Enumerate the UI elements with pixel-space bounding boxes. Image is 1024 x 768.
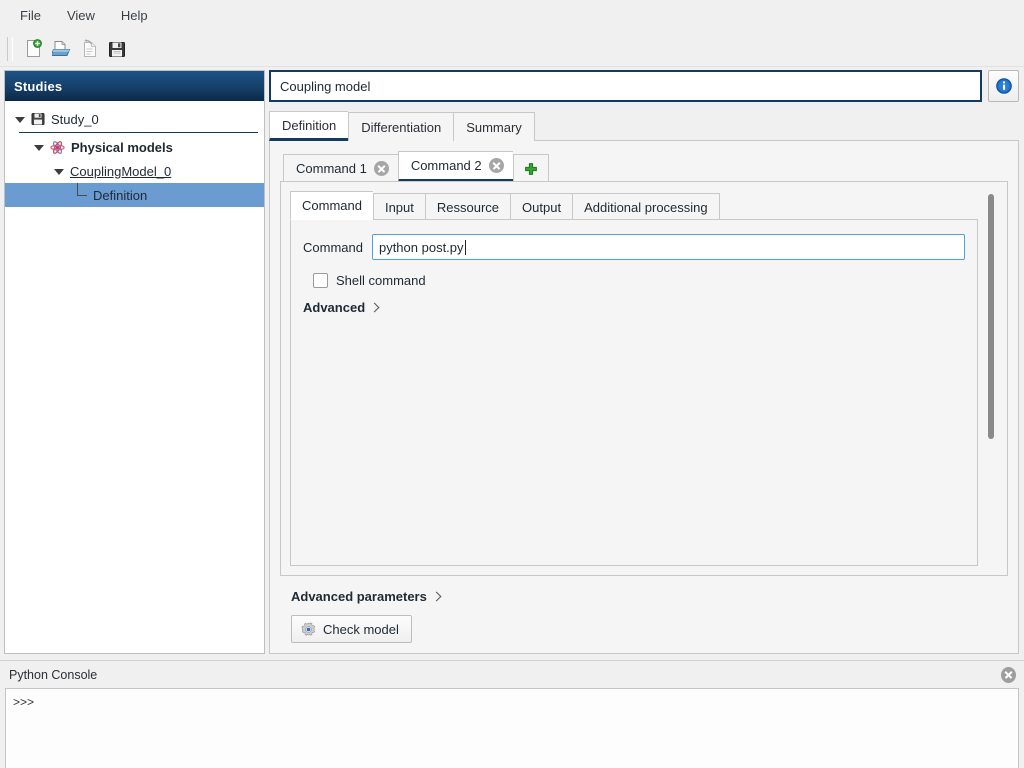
title-row: Coupling model bbox=[269, 70, 1019, 102]
gear-icon bbox=[301, 622, 316, 637]
atom-icon bbox=[50, 140, 65, 155]
model-title-input[interactable]: Coupling model bbox=[269, 70, 982, 102]
chevron-right-icon bbox=[431, 591, 441, 601]
import-document-button[interactable] bbox=[75, 35, 103, 63]
panel-footer: Advanced parameters Check model bbox=[280, 576, 1008, 643]
save-icon bbox=[108, 40, 126, 58]
advanced-parameters-label: Advanced parameters bbox=[291, 589, 427, 604]
shell-command-checkbox[interactable] bbox=[313, 273, 328, 288]
chevron-right-icon bbox=[370, 302, 380, 312]
command-label: Command bbox=[303, 240, 363, 255]
studies-sidebar: Studies Study_0 bbox=[4, 70, 265, 654]
tree-separator bbox=[19, 132, 258, 133]
main-pane: Coupling model Definition Differentiatio… bbox=[269, 70, 1019, 654]
check-model-button[interactable]: Check model bbox=[291, 615, 412, 643]
tab-command-1-label: Command 1 bbox=[296, 161, 367, 176]
advanced-disclosure[interactable]: Advanced bbox=[303, 300, 965, 315]
tab-additional-processing[interactable]: Additional processing bbox=[572, 193, 720, 220]
tab-differentiation[interactable]: Differentiation bbox=[348, 112, 453, 141]
floppy-disk-icon bbox=[31, 112, 45, 126]
tree-item-physical-models[interactable]: Physical models bbox=[5, 135, 264, 159]
menu-item-view[interactable]: View bbox=[55, 4, 107, 27]
shell-command-row[interactable]: Shell command bbox=[313, 273, 965, 288]
command-input[interactable]: python post.py bbox=[372, 234, 965, 260]
python-console-dock: Python Console >>> bbox=[0, 660, 1024, 768]
new-document-icon bbox=[24, 39, 43, 58]
tab-command-1[interactable]: Command 1 bbox=[283, 154, 398, 182]
command-panel-inner: Command Input Ressource Output Additiona… bbox=[290, 191, 978, 566]
menu-item-file[interactable]: File bbox=[8, 4, 53, 27]
open-document-button[interactable] bbox=[47, 35, 75, 63]
tree-label-definition: Definition bbox=[93, 188, 147, 203]
tab-ressource[interactable]: Ressource bbox=[425, 193, 510, 220]
close-icon[interactable] bbox=[1001, 667, 1016, 683]
command-tabstrip: Command 1 Command 2 bbox=[283, 152, 1008, 182]
import-document-icon bbox=[80, 39, 99, 58]
tree-label-physical-models: Physical models bbox=[71, 140, 173, 155]
info-button[interactable] bbox=[988, 70, 1019, 102]
tab-command-2[interactable]: Command 2 bbox=[398, 151, 513, 182]
tab-output[interactable]: Output bbox=[510, 193, 572, 220]
expand-arrow-icon[interactable] bbox=[33, 141, 46, 154]
add-command-tab-button[interactable] bbox=[513, 154, 549, 182]
expand-arrow-icon[interactable] bbox=[53, 165, 66, 178]
definition-panel: Command 1 Command 2 Command bbox=[269, 140, 1019, 654]
info-icon bbox=[995, 77, 1013, 95]
tab-command-2-label: Command 2 bbox=[411, 158, 482, 173]
close-icon[interactable] bbox=[489, 158, 504, 173]
open-document-icon bbox=[52, 39, 71, 58]
shell-command-label: Shell command bbox=[336, 273, 426, 288]
close-icon[interactable] bbox=[374, 161, 389, 176]
console-title-bar: Python Console bbox=[5, 661, 1019, 688]
expand-arrow-icon[interactable] bbox=[14, 113, 27, 126]
toolbar-grip[interactable] bbox=[7, 37, 13, 61]
tree-branch-line bbox=[73, 187, 91, 203]
command-panel: Command Input Ressource Output Additiona… bbox=[280, 181, 1008, 576]
check-model-label: Check model bbox=[323, 622, 399, 637]
menu-bar: File View Help bbox=[0, 0, 1024, 31]
tree-item-study-0[interactable]: Study_0 bbox=[5, 107, 264, 131]
advanced-label: Advanced bbox=[303, 300, 365, 315]
command-tab-body: Command python post.py Shell command Adv… bbox=[290, 219, 978, 566]
command-input-value: python post.py bbox=[379, 240, 464, 255]
console-output[interactable]: >>> bbox=[5, 688, 1019, 768]
scrollbar-thumb[interactable] bbox=[988, 194, 994, 439]
plus-icon bbox=[524, 162, 538, 176]
menu-item-help[interactable]: Help bbox=[109, 4, 160, 27]
toolbar bbox=[0, 31, 1024, 67]
work-area: Studies Study_0 bbox=[0, 67, 1024, 660]
tree-item-coupling-model-0[interactable]: CouplingModel_0 bbox=[5, 159, 264, 183]
advanced-parameters-disclosure[interactable]: Advanced parameters bbox=[291, 589, 1008, 604]
tab-command[interactable]: Command bbox=[290, 191, 373, 220]
tree-label-coupling-model-0: CouplingModel_0 bbox=[70, 164, 171, 179]
text-caret bbox=[465, 240, 466, 255]
console-prompt: >>> bbox=[13, 695, 34, 709]
tab-definition[interactable]: Definition bbox=[269, 111, 348, 141]
tree-label-study-0: Study_0 bbox=[51, 112, 99, 127]
studies-tree: Study_0 Physical models bbox=[5, 101, 264, 653]
new-document-button[interactable] bbox=[19, 35, 47, 63]
tab-summary[interactable]: Summary bbox=[453, 112, 535, 141]
save-button[interactable] bbox=[103, 35, 131, 63]
sidebar-header: Studies bbox=[5, 71, 264, 101]
command-inner-tabstrip: Command Input Ressource Output Additiona… bbox=[290, 191, 978, 220]
tab-input[interactable]: Input bbox=[373, 193, 425, 220]
console-title-label: Python Console bbox=[9, 668, 97, 682]
definition-tabstrip: Definition Differentiation Summary bbox=[269, 111, 1019, 141]
tree-item-definition[interactable]: Definition bbox=[5, 183, 264, 207]
command-panel-scrollbar[interactable] bbox=[983, 191, 998, 566]
command-form-row: Command python post.py bbox=[303, 234, 965, 260]
